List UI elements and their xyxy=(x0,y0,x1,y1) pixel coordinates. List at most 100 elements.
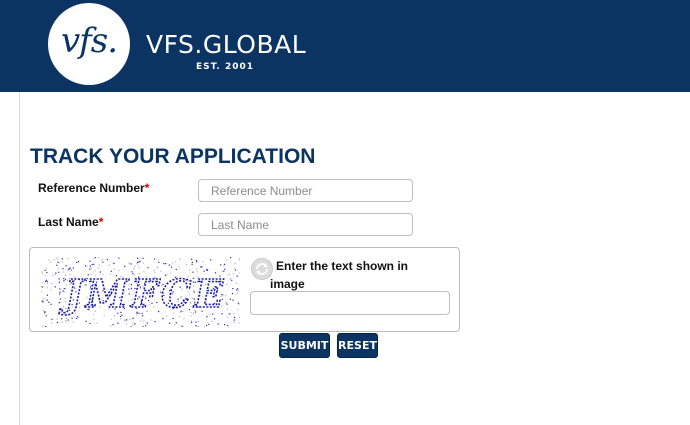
captcha-noise-dot xyxy=(54,274,56,276)
captcha-noise-dot xyxy=(237,288,239,290)
captcha-noise-dot xyxy=(62,261,64,263)
captcha-noise-dot xyxy=(48,259,50,261)
captcha-noise-dot xyxy=(93,318,95,320)
captcha-noise-dot xyxy=(237,292,239,294)
captcha-noise-dot xyxy=(59,288,61,290)
captcha-noise-dot xyxy=(84,265,86,267)
captcha-noise-dot xyxy=(65,265,67,267)
captcha-noise-dot xyxy=(157,266,159,268)
captcha-noise-dot xyxy=(197,321,199,323)
captcha-noise-dot xyxy=(64,319,67,322)
captcha-noise-dot xyxy=(226,259,228,261)
captcha-noise-dot xyxy=(147,267,149,269)
captcha-noise-dot xyxy=(232,288,234,290)
captcha-input[interactable] xyxy=(250,291,450,315)
captcha-noise-dot xyxy=(74,257,76,259)
captcha-noise-dot xyxy=(130,263,132,265)
captcha-noise-dot xyxy=(165,263,167,265)
reference-number-label: Reference Number* xyxy=(38,181,149,195)
captcha-noise-dot xyxy=(119,315,122,318)
captcha-noise-dot xyxy=(59,298,62,300)
captcha-noise-dot xyxy=(129,318,131,320)
captcha-noise-dot xyxy=(67,257,69,260)
captcha-noise-dot xyxy=(158,261,160,263)
last-name-label: Last Name* xyxy=(38,215,103,229)
captcha-noise-dot xyxy=(59,291,61,293)
captcha-noise-dot xyxy=(229,278,231,280)
reset-button[interactable]: RESET xyxy=(337,333,378,358)
captcha-noise-dot xyxy=(41,271,43,273)
captcha-noise-dot xyxy=(89,322,91,325)
captcha-noise-dot xyxy=(132,322,134,324)
captcha-noise-dot xyxy=(55,272,57,274)
captcha-noise-dot xyxy=(98,264,100,266)
captcha-noise-dot xyxy=(57,258,59,260)
reference-number-input[interactable] xyxy=(198,179,413,202)
captcha-noise-dot xyxy=(44,311,46,313)
captcha-noise-dot xyxy=(227,316,229,318)
required-marker: * xyxy=(98,215,104,229)
captcha-noise-dot xyxy=(196,261,198,263)
captcha-noise-dot xyxy=(220,264,222,266)
captcha-noise-dot xyxy=(178,315,180,318)
captcha-panel: JMFCE Enter the text shown in image xyxy=(29,247,460,332)
captcha-noise-dot xyxy=(113,268,115,270)
captcha-noise-dot xyxy=(126,323,128,325)
captcha-noise-dot xyxy=(236,289,238,291)
captcha-noise-dot xyxy=(226,308,228,310)
captcha-noise-dot xyxy=(233,319,235,321)
captcha-noise-dot xyxy=(89,268,91,270)
captcha-noise-dot xyxy=(238,301,240,303)
logo-mark: vfs. xyxy=(60,21,118,61)
captcha-noise-dot xyxy=(169,322,171,324)
captcha-noise-dot xyxy=(138,267,140,269)
captcha-noise-dot xyxy=(46,280,48,283)
submit-button[interactable]: SUBMIT xyxy=(279,333,330,358)
captcha-noise-dot xyxy=(211,320,213,322)
captcha-noise-dot xyxy=(229,273,231,275)
captcha-noise-dot xyxy=(91,263,93,266)
captcha-noise-dot xyxy=(86,265,88,267)
captcha-noise-dot xyxy=(102,261,104,263)
captcha-noise-dot xyxy=(51,282,53,284)
captcha-noise-dot xyxy=(195,260,197,262)
captcha-noise-dot xyxy=(96,322,98,324)
captcha-noise-dot xyxy=(237,309,239,311)
captcha-noise-dot xyxy=(126,319,128,321)
captcha-noise-dot xyxy=(61,321,63,323)
captcha-noise-dot xyxy=(150,319,152,321)
captcha-noise-dot xyxy=(45,315,47,317)
vfs-logo[interactable]: vfs. xyxy=(48,3,130,85)
captcha-noise-dot xyxy=(58,271,60,273)
last-name-input[interactable] xyxy=(198,213,413,236)
captcha-noise-dot xyxy=(229,313,231,315)
captcha-noise-dot xyxy=(50,261,52,263)
captcha-noise-dot xyxy=(138,261,140,263)
captcha-noise-dot xyxy=(56,321,58,323)
captcha-noise-dot xyxy=(72,321,74,323)
page-title: TRACK YOUR APPLICATION xyxy=(30,145,316,168)
captcha-noise-dot xyxy=(191,321,193,323)
captcha-noise-dot xyxy=(118,257,120,259)
captcha-noise-dot xyxy=(223,263,226,265)
captcha-noise-dot xyxy=(60,308,62,310)
captcha-noise-dot xyxy=(206,316,208,318)
captcha-noise-dot xyxy=(234,269,237,271)
captcha-noise-dot xyxy=(232,273,234,275)
captcha-noise-dot xyxy=(72,267,74,269)
captcha-noise-dot xyxy=(55,257,57,259)
captcha-noise-dot xyxy=(157,259,159,261)
captcha-noise-dot xyxy=(42,309,44,312)
brand-name: VFS.GLOBAL xyxy=(146,30,307,59)
captcha-noise-dot xyxy=(57,261,59,263)
captcha-noise-dot xyxy=(52,275,54,277)
captcha-noise-dot xyxy=(106,258,108,261)
captcha-noise-dot xyxy=(230,257,232,259)
captcha-noise-dot xyxy=(236,275,238,277)
site-header: vfs. VFS.GLOBAL EST. 2001 xyxy=(0,0,690,92)
captcha-noise-dot xyxy=(191,258,193,260)
refresh-icon xyxy=(256,263,268,275)
captcha-noise-dot xyxy=(143,320,145,322)
captcha-noise-dot xyxy=(41,291,43,293)
captcha-noise-dot xyxy=(57,268,60,270)
